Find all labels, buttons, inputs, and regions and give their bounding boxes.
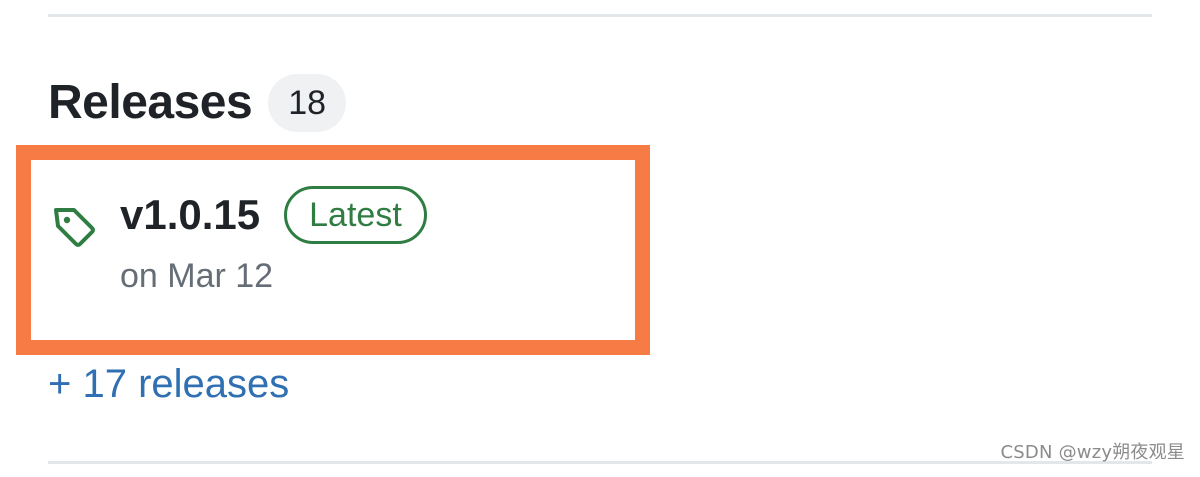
csdn-watermark: CSDN @wzy朔夜观星	[1000, 442, 1185, 463]
latest-badge: Latest	[284, 186, 427, 244]
release-date: on Mar 12	[120, 257, 274, 295]
latest-release-card[interactable]: v1.0.15 Latest on Mar 12	[50, 186, 610, 306]
releases-count-badge: 18	[268, 74, 347, 132]
releases-title: Releases	[48, 76, 253, 129]
releases-header: Releases 18	[48, 74, 347, 132]
bottom-divider	[48, 461, 1152, 464]
tag-icon	[54, 208, 95, 247]
top-divider	[48, 14, 1152, 17]
more-releases-link[interactable]: + 17 releases	[48, 364, 289, 404]
releases-screenshot: Releases 18 v1.0.15 Latest on Mar 12 + 1…	[0, 0, 1200, 477]
release-title-row: v1.0.15 Latest	[120, 186, 427, 244]
release-version-link[interactable]: v1.0.15	[120, 194, 260, 236]
